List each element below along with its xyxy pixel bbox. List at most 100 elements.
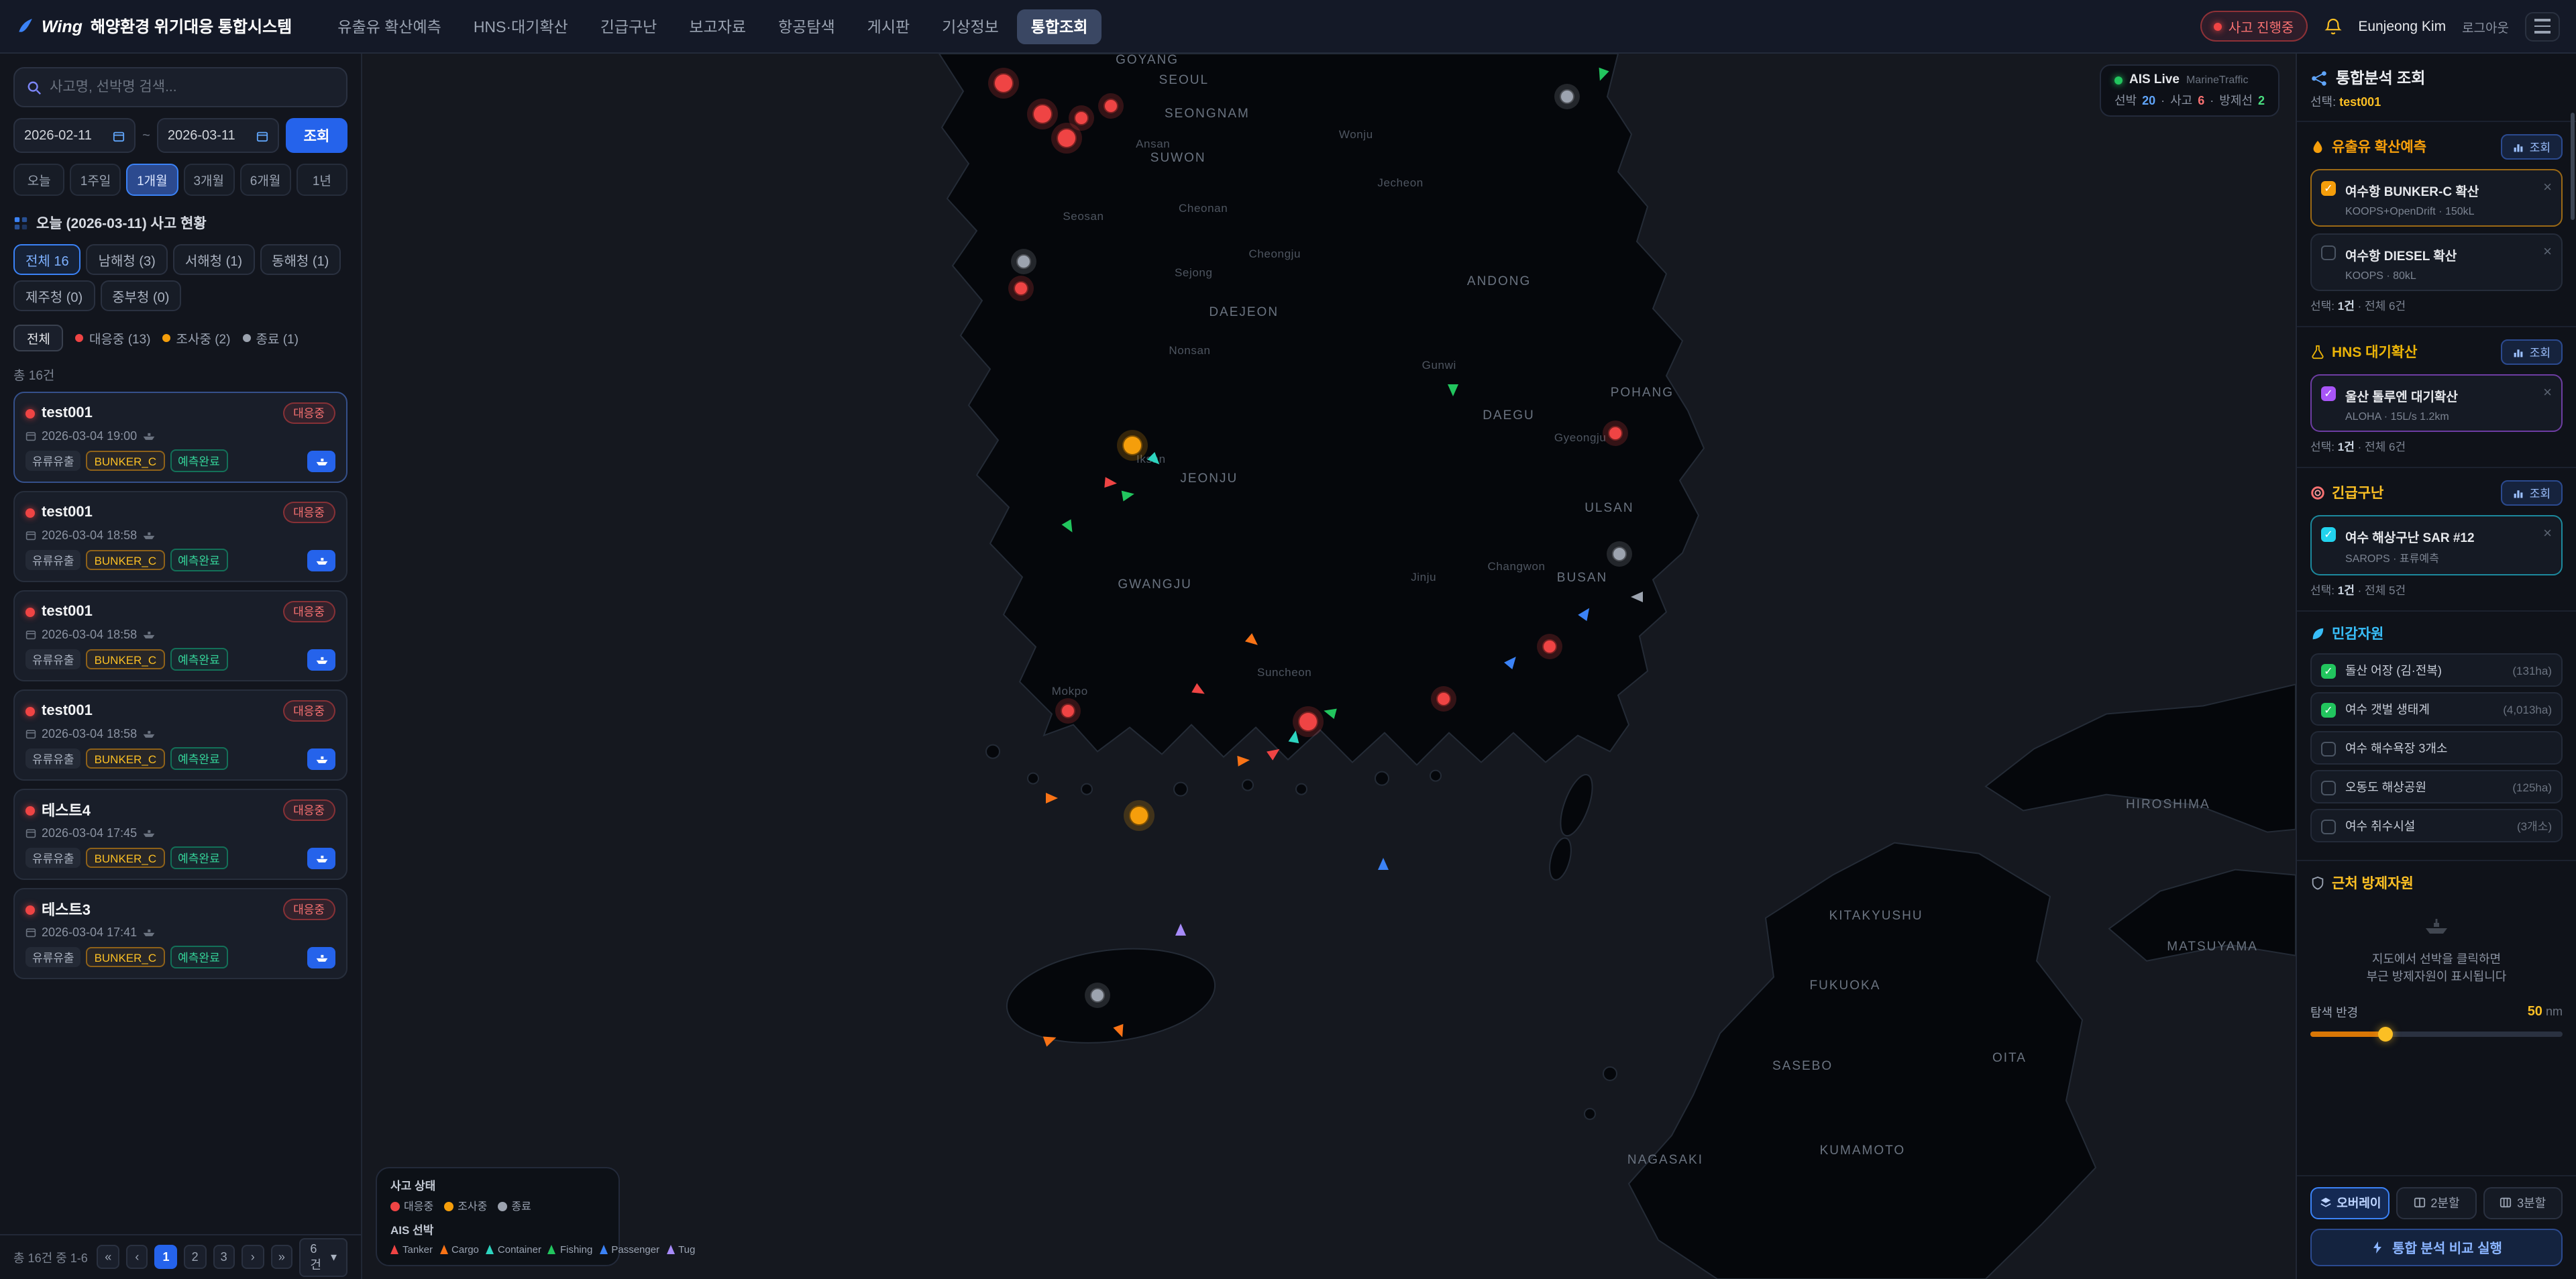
- date-to-field[interactable]: 2026-03-11: [157, 118, 279, 153]
- status-filter[interactable]: 전체: [13, 325, 64, 351]
- page-button-1[interactable]: 1: [155, 1245, 177, 1269]
- page-size-select[interactable]: 6건 ▾: [299, 1237, 347, 1276]
- run-analysis-button[interactable]: 통합 분석 비교 실행: [2310, 1228, 2563, 1266]
- ship-marker[interactable]: [1378, 858, 1389, 870]
- radius-slider[interactable]: [2310, 1031, 2563, 1036]
- nav-item[interactable]: 유출유 확산예측: [324, 9, 455, 44]
- ship-marker[interactable]: [1505, 653, 1521, 669]
- page-button-3[interactable]: 3: [213, 1245, 235, 1269]
- incident-card[interactable]: test001대응중2026-03-04 18:58유류유출BUNKER_C예측…: [13, 689, 347, 781]
- region-chip[interactable]: 동해청 (1): [260, 244, 341, 275]
- close-icon[interactable]: ×: [2543, 386, 2552, 401]
- incident-card[interactable]: test001대응중2026-03-04 18:58유류유출BUNKER_C예측…: [13, 590, 347, 681]
- date-from-field[interactable]: 2026-02-11: [13, 118, 136, 153]
- incident-marker[interactable]: [1611, 546, 1626, 561]
- range-chip[interactable]: 1년: [297, 164, 347, 196]
- last-page-button[interactable]: »: [270, 1245, 292, 1269]
- incident-marker[interactable]: [1608, 426, 1623, 441]
- incident-marker[interactable]: [1056, 128, 1076, 148]
- panel-scrollbar[interactable]: [2571, 113, 2575, 220]
- incident-marker[interactable]: [1297, 712, 1318, 732]
- resource-row[interactable]: 여수 취수시설 (3개소): [2310, 809, 2563, 842]
- resource-row[interactable]: 여수 갯벌 생태계 (4,013ha): [2310, 692, 2563, 726]
- first-page-button[interactable]: «: [97, 1245, 119, 1269]
- ship-marker[interactable]: [1267, 744, 1283, 760]
- search-input[interactable]: [50, 79, 334, 95]
- ship-marker[interactable]: [1191, 683, 1208, 699]
- nav-item[interactable]: 게시판: [854, 9, 924, 44]
- incident-card[interactable]: test001대응중2026-03-04 19:00유류유출BUNKER_C예측…: [13, 392, 347, 483]
- analysis-item-toluene[interactable]: 울산 톨루엔 대기확산 ALOHA · 15L/s 1.2km ×: [2310, 374, 2563, 432]
- incident-card[interactable]: 테스트3대응중2026-03-04 17:41유류유출BUNKER_C예측완료: [13, 888, 347, 979]
- incident-marker[interactable]: [1103, 99, 1118, 114]
- locate-on-map-button[interactable]: [307, 549, 335, 571]
- ship-marker[interactable]: [1322, 705, 1336, 718]
- analysis-item-sar12[interactable]: 여수 해상구난 SAR #12 SAROPS · 표류예측 ×: [2310, 515, 2563, 575]
- ship-marker[interactable]: [1121, 488, 1135, 501]
- incident-marker[interactable]: [994, 73, 1014, 93]
- checkbox-checked[interactable]: [2321, 664, 2336, 679]
- resource-row[interactable]: 오동도 해상공원 (125ha): [2310, 770, 2563, 803]
- checkbox-unchecked[interactable]: [2321, 820, 2336, 834]
- locate-on-map-button[interactable]: [307, 649, 335, 670]
- map-area[interactable]: GOYANGSEOULSEONGNAMAnsanSUWONWonjuJecheo…: [362, 54, 2296, 1279]
- spill-query-button[interactable]: 조회: [2502, 134, 2563, 160]
- close-icon[interactable]: ×: [2543, 181, 2552, 196]
- bell-icon[interactable]: [2323, 17, 2342, 36]
- sar-query-button[interactable]: 조회: [2502, 480, 2563, 506]
- view-2split-button[interactable]: 2분할: [2397, 1186, 2477, 1219]
- hns-query-button[interactable]: 조회: [2502, 339, 2563, 365]
- incident-marker[interactable]: [1436, 691, 1450, 706]
- radius-slider-thumb[interactable]: [2379, 1026, 2394, 1041]
- locate-on-map-button[interactable]: [307, 450, 335, 471]
- ship-marker[interactable]: [1043, 1033, 1058, 1047]
- checkbox-checked[interactable]: [2321, 386, 2336, 401]
- incident-card[interactable]: test001대응중2026-03-04 18:58유류유출BUNKER_C예측…: [13, 491, 347, 582]
- nav-item[interactable]: 보고자료: [676, 9, 759, 44]
- region-chip[interactable]: 서해청 (1): [173, 244, 254, 275]
- region-chip[interactable]: 남해청 (3): [87, 244, 168, 275]
- view-overlay-button[interactable]: 오버레이: [2310, 1186, 2390, 1219]
- analysis-item-bunker-c[interactable]: 여수항 BUNKER-C 확산 KOOPS+OpenDrift · 150kL …: [2310, 169, 2563, 227]
- locate-on-map-button[interactable]: [307, 847, 335, 869]
- incident-marker[interactable]: [1061, 703, 1075, 718]
- analysis-item-diesel[interactable]: 여수항 DIESEL 확산 KOOPS · 80kL ×: [2310, 233, 2563, 291]
- range-chip[interactable]: 1개월: [127, 164, 178, 196]
- checkbox-checked[interactable]: [2321, 703, 2336, 718]
- ship-marker[interactable]: [1175, 924, 1185, 936]
- ship-marker[interactable]: [1447, 384, 1458, 396]
- range-chip[interactable]: 6개월: [239, 164, 290, 196]
- prev-page-button[interactable]: ‹: [126, 1245, 148, 1269]
- ship-marker[interactable]: [1104, 477, 1117, 489]
- incident-marker[interactable]: [1074, 110, 1089, 125]
- view-3split-button[interactable]: 3분할: [2483, 1186, 2563, 1219]
- nav-item[interactable]: 긴급구난: [587, 9, 671, 44]
- incident-marker[interactable]: [1089, 987, 1104, 1002]
- checkbox-unchecked[interactable]: [2321, 781, 2336, 795]
- checkbox-checked[interactable]: [2321, 181, 2336, 196]
- ship-marker[interactable]: [1288, 729, 1301, 743]
- page-button-2[interactable]: 2: [184, 1245, 206, 1269]
- nav-item[interactable]: 통합조회: [1018, 9, 1102, 44]
- ship-marker[interactable]: [1046, 793, 1059, 804]
- incident-marker[interactable]: [1032, 104, 1053, 124]
- locate-on-map-button[interactable]: [307, 748, 335, 769]
- ship-marker[interactable]: [1246, 634, 1262, 650]
- incident-marker[interactable]: [1014, 282, 1029, 296]
- locate-on-map-button[interactable]: [307, 946, 335, 968]
- close-icon[interactable]: ×: [2543, 245, 2552, 260]
- status-filter[interactable]: 종료 (1): [242, 329, 298, 347]
- range-chip[interactable]: 오늘: [13, 164, 64, 196]
- resource-row[interactable]: 돌산 어장 (김·전복) (131ha): [2310, 653, 2563, 687]
- range-chip[interactable]: 1주일: [70, 164, 121, 196]
- status-filter[interactable]: 대응중 (13): [76, 329, 151, 347]
- next-page-button[interactable]: ›: [241, 1245, 264, 1269]
- nav-item[interactable]: 기상정보: [928, 9, 1012, 44]
- region-chip[interactable]: 중부청 (0): [100, 280, 181, 311]
- ship-marker[interactable]: [1062, 518, 1077, 535]
- incident-marker[interactable]: [1542, 639, 1557, 654]
- ship-marker[interactable]: [1113, 1024, 1127, 1039]
- hamburger-menu-icon[interactable]: [2525, 11, 2560, 41]
- ship-marker[interactable]: [1630, 591, 1642, 602]
- incident-marker[interactable]: [1016, 255, 1031, 270]
